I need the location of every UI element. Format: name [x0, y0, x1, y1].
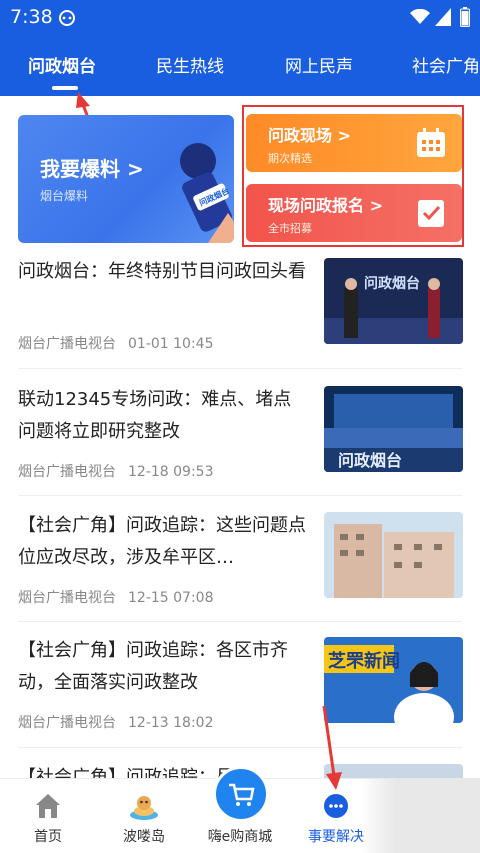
signup-sub: 全市招募 — [268, 222, 312, 235]
news-meta: 烟台广播电视台 12-13 18:02 — [18, 712, 213, 732]
report-banner[interactable]: 我要爆料 > 烟台爆料 问政烟台 — [18, 115, 234, 243]
home-icon — [36, 794, 60, 818]
news-meta: 烟台广播电视台 12-18 09:53 — [18, 461, 213, 481]
tab-wenzheng-yantai[interactable]: 问政烟台 — [28, 52, 96, 77]
app-notification-icon — [59, 10, 75, 26]
news-title: 【社会广角】问政追踪：各区市齐动，全面落实问政整改 — [18, 640, 288, 693]
thumb-caption: 问政烟台 — [338, 451, 402, 470]
battery-icon — [460, 7, 470, 27]
divider — [18, 495, 462, 496]
cell-signal-icon — [435, 8, 451, 26]
news-thumbnail: 问政烟台 — [324, 386, 463, 472]
news-date: 12-15 07:08 — [128, 590, 214, 606]
news-title: 【社会广角】问政追踪：这些问题点位应改尽改，涉及牟平区… — [18, 515, 306, 568]
news-source: 烟台广播电视台 — [18, 590, 116, 606]
thumb-caption: 芝罘新闻 — [328, 650, 400, 672]
report-subtitle: 烟台爆料 — [40, 189, 89, 203]
nav-home-label: 首页 — [34, 829, 62, 845]
tab-social-angle[interactable]: 社会广角 — [412, 52, 480, 77]
shopping-cart-icon — [229, 783, 255, 806]
divider — [18, 621, 462, 622]
news-source: 烟台广播电视台 — [18, 336, 116, 352]
news-source: 烟台广播电视台 — [18, 715, 116, 731]
thumb-caption: 问政烟台 — [364, 275, 420, 292]
news-item[interactable]: 【社会广角】问政追踪：这些问题点位应改尽改，涉及牟平区… 烟台广播电视台 12-1… — [0, 510, 480, 635]
news-title: 问政烟台：年终特别节目问政回头看 — [18, 261, 306, 282]
news-item[interactable]: 【社会广角】问政追踪：各区市齐动，全面落实问政整改 烟台广播电视台 12-13 1… — [0, 635, 480, 760]
tab-online-voice[interactable]: 网上民声 — [285, 52, 353, 77]
signup-card[interactable]: 现场问政报名 > 全市招募 — [246, 184, 462, 242]
signup-title: 现场问政报名 > — [268, 196, 383, 215]
app-header: 7:38 问政烟台 民生热线 网上民声 社会广角 — [0, 0, 480, 96]
corner-shadow-overlay — [360, 778, 480, 853]
divider — [18, 747, 462, 748]
wifi-icon — [410, 9, 430, 24]
microphone-icon: 问政烟台 — [180, 143, 234, 243]
chat-bubble-icon — [324, 794, 348, 818]
tab-minsheng-hotline[interactable]: 民生热线 — [156, 52, 224, 77]
news-title: 联动12345专场问政：难点、堵点问题将立即研究整改 — [18, 389, 292, 442]
news-thumbnail — [324, 512, 463, 598]
nav-shop-label: 嗨e购商城 — [207, 829, 273, 845]
news-meta: 烟台广播电视台 12-15 07:08 — [18, 587, 213, 607]
live-wenzheng-card[interactable]: 问政现场 > 期次精选 — [246, 114, 462, 172]
news-thumbnail: 问政烟台 — [324, 258, 463, 344]
island-icon — [130, 796, 158, 820]
report-title: 我要爆料 > — [40, 157, 144, 181]
news-meta: 烟台广播电视台 01-01 10:45 — [18, 333, 213, 353]
live-wenzheng-title: 问政现场 > — [268, 126, 351, 145]
news-date: 12-13 18:02 — [128, 715, 214, 731]
live-wenzheng-sub: 期次精选 — [268, 152, 312, 165]
divider — [18, 368, 462, 369]
nav-home[interactable]: 首页 — [0, 779, 96, 853]
calendar-icon — [417, 128, 445, 157]
annotation-arrow-nav — [322, 705, 342, 790]
news-item[interactable]: 联动12345专场问政：难点、堵点问题将立即研究整改 烟台广播电视台 12-18 … — [0, 384, 480, 509]
news-item[interactable]: 问政烟台：年终特别节目问政回头看 烟台广播电视台 01-01 10:45 问政烟台 — [0, 256, 480, 381]
news-date: 12-18 09:53 — [128, 464, 214, 480]
news-source: 烟台广播电视台 — [18, 464, 116, 480]
checkbox-icon — [418, 200, 444, 227]
news-date: 01-01 10:45 — [128, 336, 214, 352]
status-time: 7:38 — [10, 6, 53, 28]
status-bar: 7:38 — [0, 0, 480, 36]
shop-center-button[interactable] — [213, 766, 269, 822]
nav-island[interactable]: 波喽岛 — [96, 779, 192, 853]
nav-island-label: 波喽岛 — [123, 829, 165, 845]
